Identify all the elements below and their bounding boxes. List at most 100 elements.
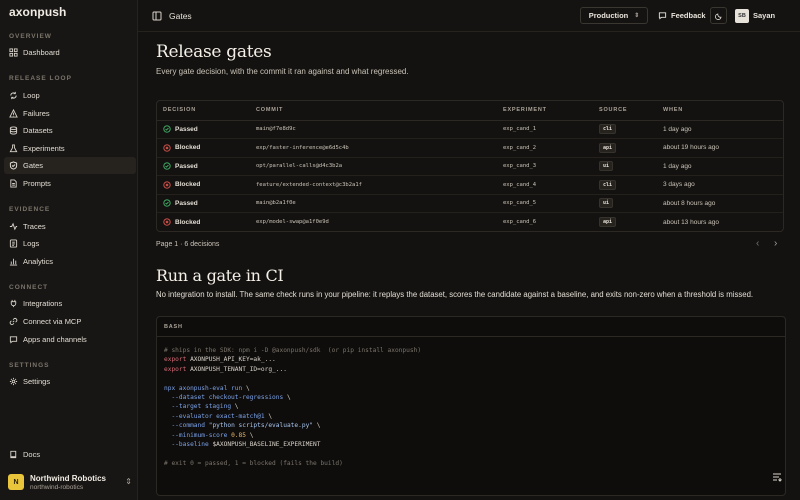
decision-cell: Blocked [157, 213, 250, 232]
code-content[interactable]: # ships in the SDK: npm i -D @axonpush/s… [157, 337, 785, 468]
sidebar-item-apps-channels[interactable]: Apps and channels [4, 331, 136, 348]
commit-cell[interactable]: main@b2a1f0e [250, 194, 497, 213]
sidebar-item-label: Integrations [23, 299, 63, 308]
sidebar-item-settings[interactable]: Settings [4, 373, 136, 390]
chevron-right-icon[interactable]: › [774, 238, 777, 249]
sidebar-item-loop[interactable]: Loop [4, 87, 136, 104]
sidebar-item-failures[interactable]: Failures [4, 105, 136, 122]
code-flag: --evaluator exact-match@1 [171, 412, 265, 420]
sidebar-item-traces[interactable]: Traces [4, 218, 136, 235]
sidebar-item-analytics[interactable]: Analytics [4, 253, 136, 270]
check-circle-icon [163, 125, 175, 133]
code-text: AXONPUSH_TENANT_ID=org_... [186, 365, 287, 373]
code-comment: # exit 0 = passed, 1 = blocked (fails th… [164, 459, 343, 467]
commit-cell[interactable]: main@f7e8d9c [250, 120, 497, 139]
table-row[interactable]: Blocked feature/extended-context@c3b2a1f e… [157, 175, 783, 195]
table-row[interactable]: Blocked exp/faster-inference@e6d5c4b exp_c… [157, 138, 783, 158]
gear-icon [9, 377, 18, 386]
sidebar-item-logs[interactable]: Logs [4, 235, 136, 252]
code-comment: # ships in the SDK: npm i -D @axonpush/s… [164, 347, 422, 354]
check-circle-icon [163, 199, 175, 207]
code-string: "python scripts/evaluate.py" [208, 422, 314, 430]
code-flag: --dataset checkout-regressions [171, 394, 284, 402]
experiment-cell[interactable]: exp_cand_4 [497, 175, 593, 195]
experiment-cell[interactable]: exp_cand_5 [497, 194, 593, 213]
chat-icon [9, 335, 18, 344]
feedback-button[interactable]: Feedback [658, 7, 706, 24]
breadcrumb: Gates [169, 11, 192, 21]
when-cell: about 13 hours ago [663, 218, 720, 226]
shield-check-icon [9, 161, 18, 170]
x-circle-icon [163, 181, 175, 189]
code-text: AXONPUSH_API_KEY=ak_... [186, 356, 276, 364]
list-filter-icon[interactable] [770, 470, 784, 484]
sidebar-item-label: Gates [23, 161, 44, 170]
x-circle-icon [163, 144, 175, 152]
avatar: SB [735, 8, 749, 23]
sidebar-item-datasets[interactable]: Datasets [4, 122, 136, 139]
environment-select[interactable]: Production ⇕ [580, 7, 648, 24]
experiment-cell[interactable]: exp_cand_1 [497, 120, 593, 139]
table-row[interactable]: Passed main@f7e8d9c exp_cand_1 cli 1 day ago [157, 120, 783, 139]
code-text: \ [313, 422, 321, 430]
org-switcher[interactable]: N Northwind Robotics northwind-robotics … [4, 468, 134, 496]
experiment-cell[interactable]: exp_cand_6 [497, 213, 593, 232]
sidebar-item-label: Failures [23, 109, 50, 118]
sidebar-item-dashboard[interactable]: Dashboard [4, 44, 136, 61]
code-number: 0.85 [231, 431, 246, 439]
sidebar-item-docs[interactable]: Docs [4, 446, 136, 463]
sidebar-item-label: Traces [23, 222, 46, 231]
code-flag: --minimum-score [171, 431, 232, 439]
chevron-left-icon[interactable]: ‹ [756, 238, 759, 249]
source-badge: ui [599, 198, 614, 209]
user-name: Sayan [753, 11, 776, 20]
book-icon [9, 450, 18, 459]
commit-cell[interactable]: exp/faster-inference@e6d5c4b [250, 138, 497, 158]
sidebar-item-gates[interactable]: Gates [4, 157, 136, 174]
sidebar: axonpush OVERVIEW Dashboard RELEASE LOOP… [0, 0, 138, 500]
sidebar-item-experiments[interactable]: Experiments [4, 140, 136, 157]
commit-cell[interactable]: opt/parallel-calls@d4c3b2a [250, 157, 497, 176]
chevron-updown-icon: ⇕ [634, 13, 640, 19]
commit-cell[interactable]: feature/extended-context@c3b2a1f [250, 175, 497, 195]
sidebar-item-prompts[interactable]: Prompts [4, 175, 136, 192]
main-content: Release gates Every gate decision, with … [138, 32, 800, 500]
code-block: BASH # ships in the SDK: npm i -D @axonp… [156, 316, 786, 496]
app-logo[interactable]: axonpush [9, 5, 66, 19]
source-cell: cli [593, 175, 657, 195]
experiment-cell[interactable]: exp_cand_2 [497, 138, 593, 158]
experiment-cell[interactable]: exp_cand_3 [497, 157, 593, 176]
column-header: EXPERIMENT [497, 101, 593, 121]
column-header: SOURCE [593, 101, 657, 121]
user-menu-button[interactable]: SB Sayan [735, 7, 775, 24]
theme-toggle-button[interactable] [710, 7, 727, 24]
chart-icon [9, 257, 18, 266]
check-circle-icon [163, 162, 175, 170]
table-row[interactable]: Passed opt/parallel-calls@d4c3b2a exp_cand… [157, 157, 783, 176]
page-subtitle: Every gate decision, with the commit it … [156, 67, 409, 76]
code-command: npx axonpush-eval run [164, 384, 243, 392]
sidebar-item-integrations[interactable]: Integrations [4, 295, 136, 312]
table-row[interactable]: Blocked exp/model-swap@a1f0e9d exp_cand_6 a… [157, 213, 783, 232]
sidebar-item-mcp[interactable]: Connect via MCP [4, 313, 136, 330]
source-cell: ui [593, 194, 657, 213]
source-cell: api [593, 138, 657, 158]
column-header: COMMIT [250, 101, 497, 121]
decision-label: Passed [175, 162, 198, 170]
code-flag: --baseline [171, 441, 209, 449]
commit-cell[interactable]: exp/model-swap@a1f0e9d [250, 213, 497, 232]
decision-cell: Passed [157, 120, 250, 139]
code-text: \ [283, 394, 291, 402]
nav-section-release-loop: RELEASE LOOP [9, 75, 72, 82]
nav-section-connect: CONNECT [9, 284, 49, 291]
section-subtitle: No integration to install. The same chec… [156, 290, 754, 299]
decision-cell: Blocked [157, 175, 250, 195]
logs-icon [9, 239, 18, 248]
sidebar-item-label: Datasets [23, 126, 53, 135]
sidebar-toggle-icon[interactable] [152, 11, 162, 21]
nav-section-evidence: EVIDENCE [9, 206, 51, 213]
file-text-icon [9, 179, 18, 188]
table-row[interactable]: Passed main@b2a1f0e exp_cand_5 ui about 8 ho… [157, 194, 783, 213]
sidebar-item-label: Logs [23, 239, 40, 248]
column-header: WHEN [657, 101, 783, 121]
